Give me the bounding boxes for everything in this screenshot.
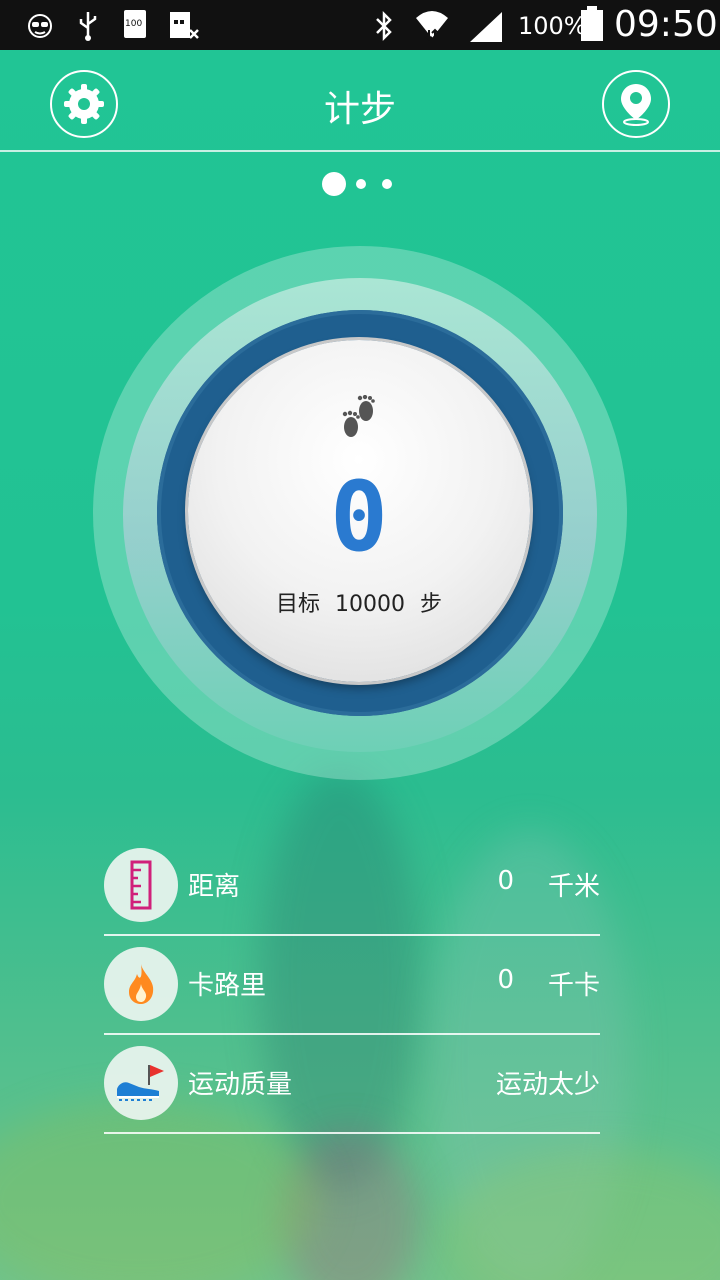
signal-icon bbox=[470, 12, 502, 42]
stat-unit: 千卡 bbox=[547, 971, 600, 1001]
stat-icon-badge bbox=[104, 947, 178, 1021]
page-indicator bbox=[0, 172, 720, 196]
clock: 09:50 bbox=[614, 4, 718, 45]
status-bar: 100 100% 09:50 bbox=[0, 0, 720, 50]
stat-row-calories[interactable]: 卡路里 0 千卡 bbox=[104, 935, 600, 1035]
stat-icon-badge bbox=[104, 1046, 178, 1120]
location-button[interactable] bbox=[602, 70, 670, 138]
stat-value: 运动太少 bbox=[495, 1070, 600, 1100]
wifi-icon bbox=[416, 11, 448, 42]
stat-row-exercise-quality[interactable]: 运动质量 运动太少 bbox=[104, 1034, 600, 1134]
stat-unit: 千米 bbox=[547, 872, 600, 902]
ruler-icon bbox=[130, 860, 152, 910]
step-count: 0 bbox=[330, 461, 388, 573]
page-dot-active[interactable] bbox=[322, 172, 346, 196]
stat-row-distance[interactable]: 距离 0 千米 bbox=[104, 836, 600, 936]
stat-label: 卡路里 bbox=[188, 971, 267, 1001]
no-sim-icon bbox=[170, 12, 199, 39]
location-pin-icon bbox=[621, 84, 651, 126]
battery-icon bbox=[581, 6, 603, 41]
app-header: 计步 bbox=[0, 50, 720, 152]
step-goal: 目标 10000 步 bbox=[188, 586, 530, 618]
goal-unit: 步 bbox=[420, 592, 443, 617]
sim-label: 100 bbox=[125, 19, 143, 29]
stat-value: 0 bbox=[497, 866, 514, 896]
page-dot[interactable] bbox=[382, 179, 392, 189]
usb-icon bbox=[79, 12, 97, 41]
running-shoe-icon bbox=[117, 1065, 164, 1101]
incognito-icon bbox=[28, 14, 52, 38]
stat-value: 0 bbox=[497, 965, 514, 995]
stat-icon-badge bbox=[104, 848, 178, 922]
stat-label: 距离 bbox=[188, 872, 241, 902]
flame-icon bbox=[129, 964, 154, 1004]
stat-label: 运动质量 bbox=[188, 1070, 293, 1100]
goal-value: 10000 bbox=[335, 592, 405, 617]
page-dot[interactable] bbox=[356, 179, 366, 189]
footprints-icon bbox=[342, 395, 375, 437]
sim-card-icon: 100 bbox=[124, 10, 146, 38]
bluetooth-icon bbox=[376, 10, 392, 42]
goal-label: 目标 bbox=[275, 592, 320, 617]
battery-percent: 100% bbox=[518, 12, 587, 40]
